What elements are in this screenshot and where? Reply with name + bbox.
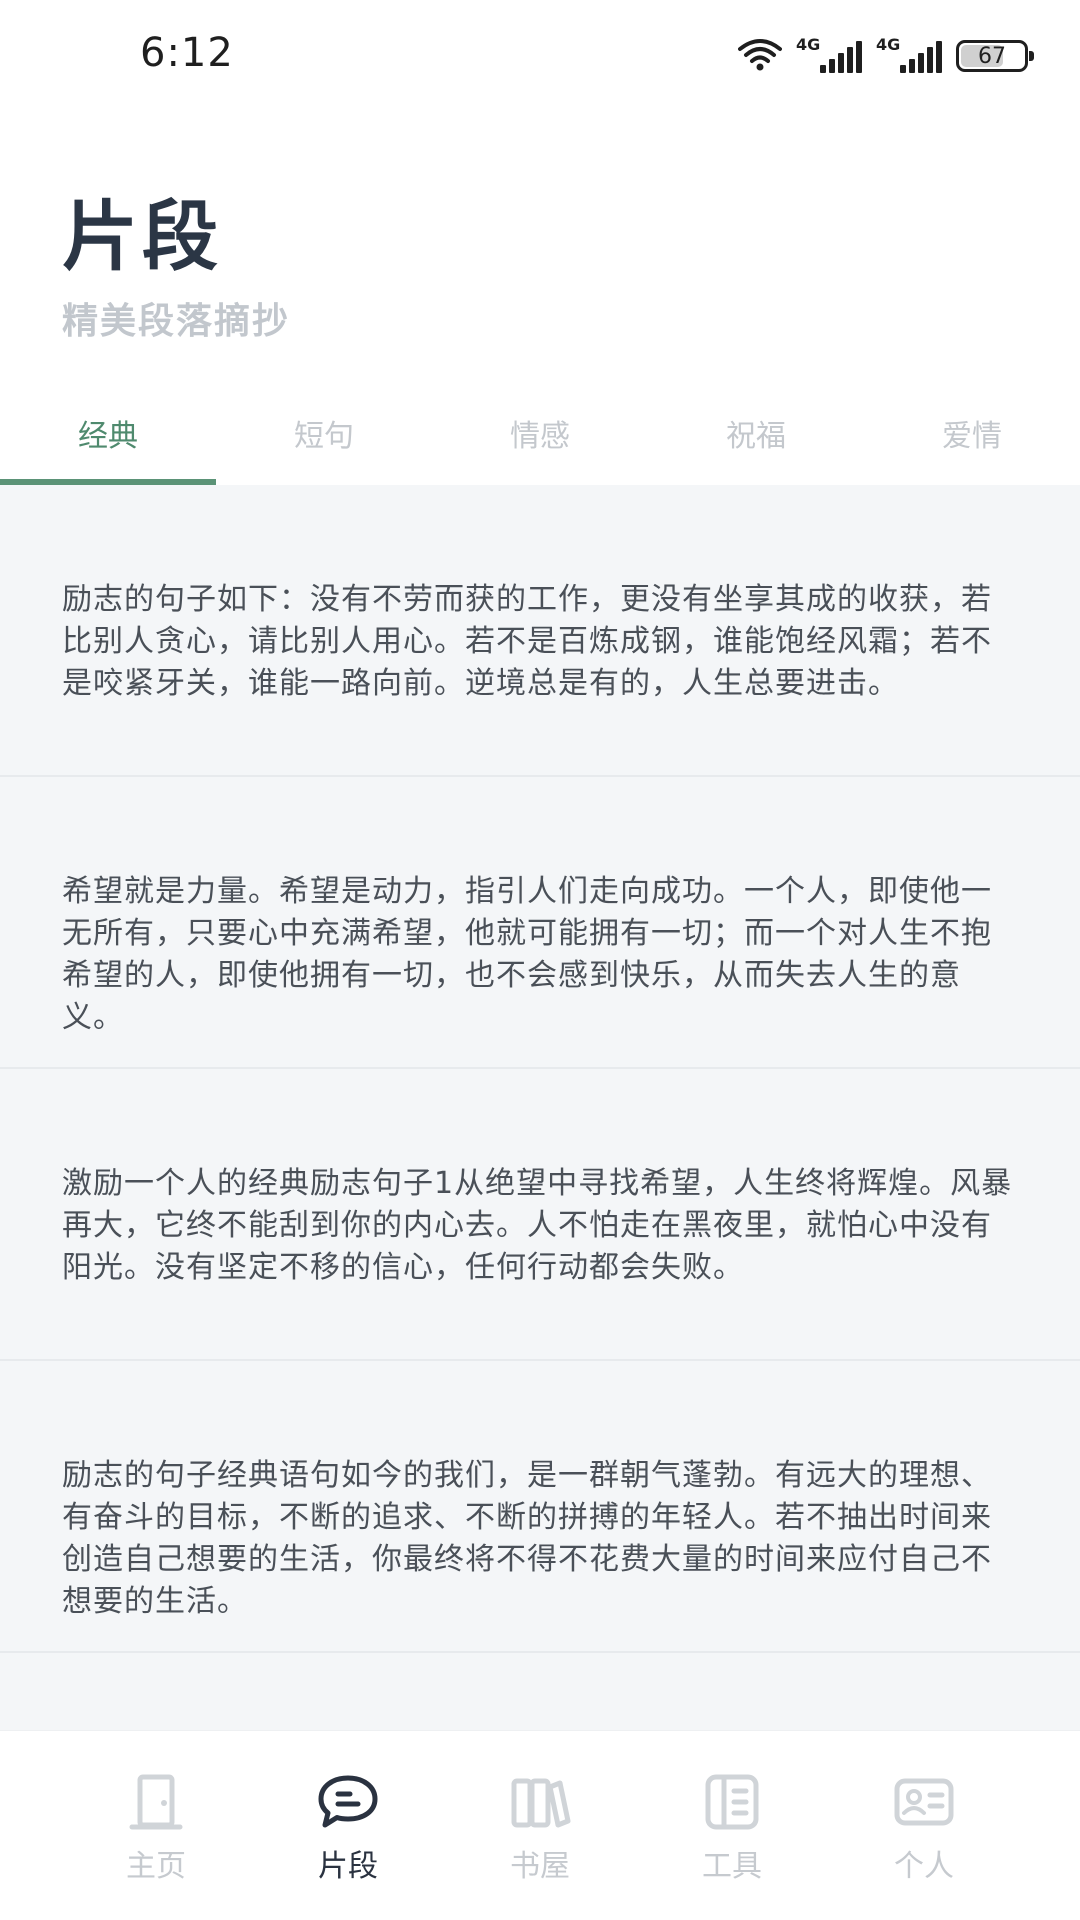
signal-icon: 4G bbox=[876, 35, 942, 73]
nav-label: 工具 bbox=[702, 1849, 762, 1884]
nav-snippets[interactable]: 片段 bbox=[252, 1731, 444, 1920]
chat-bubble-icon bbox=[316, 1773, 380, 1831]
nav-home[interactable]: 主页 bbox=[60, 1731, 252, 1920]
tools-icon bbox=[700, 1773, 764, 1831]
nav-label: 主页 bbox=[126, 1849, 186, 1884]
nav-label: 书屋 bbox=[510, 1849, 570, 1884]
nav-profile[interactable]: 个人 bbox=[828, 1731, 1020, 1920]
article-text: 励志的句子如下：没有不劳而获的工作，更没有坐享其成的收获，若比别人贪心，请比别人… bbox=[62, 582, 992, 701]
signal-icon: 4G bbox=[796, 35, 862, 73]
tab-love[interactable]: 爱情 bbox=[864, 395, 1080, 485]
wifi-icon bbox=[738, 37, 782, 75]
list-item[interactable]: 激励一个人的经典励志句子1从绝望中寻找希望，人生终将辉煌。风暴再大，它终不能刮到… bbox=[0, 1069, 1080, 1361]
article-list[interactable]: 励志的句子如下：没有不劳而获的工作，更没有坐享其成的收获，若比别人贪心，请比别人… bbox=[0, 485, 1080, 1730]
nav-tools[interactable]: 工具 bbox=[636, 1731, 828, 1920]
status-bar: 6:12 4G 4G 67 bbox=[0, 0, 1080, 110]
page-subtitle: 精美段落摘抄 bbox=[62, 300, 291, 342]
article-text: 激励一个人的经典励志句子1从绝望中寻找希望，人生终将辉煌。风暴再大，它终不能刮到… bbox=[62, 1166, 1013, 1285]
status-time: 6:12 bbox=[140, 30, 234, 76]
nav-label: 片段 bbox=[318, 1849, 378, 1884]
list-item[interactable]: 励志的句子如下：没有不劳而获的工作，更没有坐享其成的收获，若比别人贪心，请比别人… bbox=[0, 485, 1080, 777]
tab-short-sentences[interactable]: 短句 bbox=[216, 395, 432, 485]
article-text: 希望就是力量。希望是动力，指引人们走向成功。一个人，即使他一无所有，只要心中充满… bbox=[62, 874, 992, 1035]
battery-level: 67 bbox=[978, 43, 1006, 69]
nav-label: 个人 bbox=[894, 1849, 954, 1884]
bottom-nav: 主页 片段 书屋 工具 个人 bbox=[0, 1730, 1080, 1920]
page-title: 片段 bbox=[62, 192, 222, 281]
id-card-icon bbox=[892, 1773, 956, 1831]
status-icons: 4G 4G 67 bbox=[738, 35, 1034, 76]
tab-emotion[interactable]: 情感 bbox=[432, 395, 648, 485]
category-tabs: 经典 短句 情感 祝福 爱情 bbox=[0, 395, 1080, 485]
tab-classic[interactable]: 经典 bbox=[0, 395, 216, 485]
battery-icon: 67 bbox=[956, 40, 1034, 72]
books-icon bbox=[508, 1773, 572, 1831]
article-text: 励志的句子经典语句如今的我们，是一群朝气蓬勃。有远大的理想、有奋斗的目标，不断的… bbox=[62, 1458, 992, 1619]
tab-blessing[interactable]: 祝福 bbox=[648, 395, 864, 485]
door-icon bbox=[124, 1773, 188, 1831]
nav-bookstore[interactable]: 书屋 bbox=[444, 1731, 636, 1920]
network-type-1: 4G bbox=[796, 35, 821, 54]
list-item[interactable]: 希望就是力量。希望是动力，指引人们走向成功。一个人，即使他一无所有，只要心中充满… bbox=[0, 777, 1080, 1069]
list-item[interactable]: 励志的句子经典语句如今的我们，是一群朝气蓬勃。有远大的理想、有奋斗的目标，不断的… bbox=[0, 1361, 1080, 1653]
network-type-2: 4G bbox=[876, 35, 901, 54]
